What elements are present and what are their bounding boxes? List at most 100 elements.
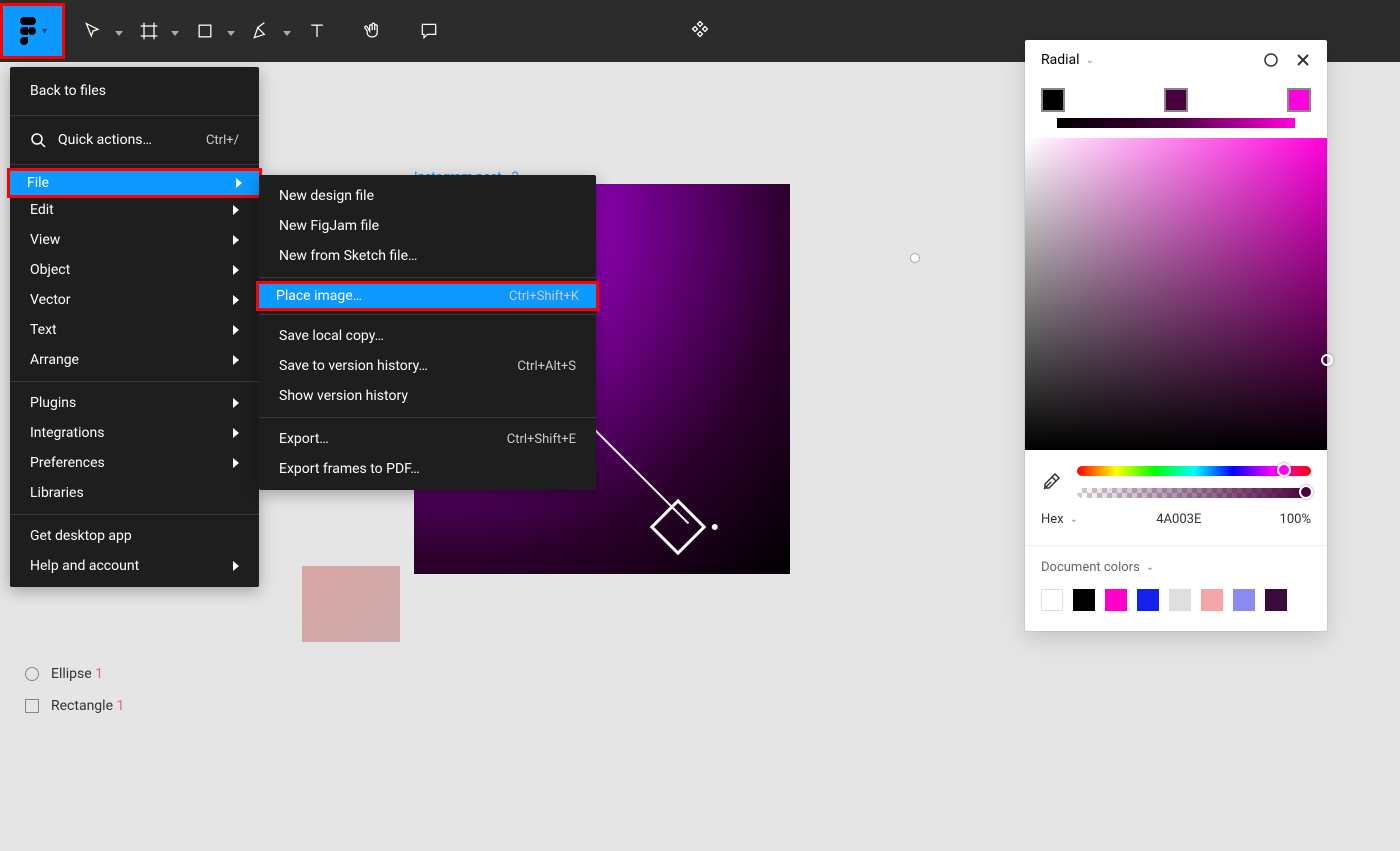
chevron-down-icon: ⌄ bbox=[1070, 514, 1078, 525]
figma-logo-icon bbox=[18, 17, 38, 45]
menu-view[interactable]: View bbox=[10, 225, 259, 255]
color-swatch[interactable] bbox=[1233, 589, 1255, 611]
color-swatch[interactable] bbox=[1073, 589, 1095, 611]
menu-vector[interactable]: Vector bbox=[10, 285, 259, 315]
submenu-arrow-icon bbox=[233, 428, 239, 438]
color-swatch[interactable] bbox=[1041, 589, 1063, 611]
move-tool[interactable] bbox=[69, 7, 117, 55]
menu-place-image[interactable]: Place image…Ctrl+Shift+K bbox=[256, 281, 599, 311]
menu-separator bbox=[259, 417, 596, 418]
gradient-stop-1[interactable] bbox=[1164, 88, 1188, 112]
layer-index: 1 bbox=[95, 666, 103, 682]
gradient-stop-0[interactable] bbox=[1041, 88, 1065, 112]
menu-separator bbox=[10, 514, 259, 515]
gradient-center-handle[interactable] bbox=[910, 253, 920, 263]
menu-separator bbox=[10, 164, 259, 165]
color-swatch[interactable] bbox=[1169, 589, 1191, 611]
menu-text[interactable]: Text bbox=[10, 315, 259, 345]
color-swatch[interactable] bbox=[1265, 589, 1287, 611]
color-sliders bbox=[1025, 466, 1327, 498]
pen-tool[interactable] bbox=[237, 7, 285, 55]
alpha-slider[interactable] bbox=[1077, 488, 1311, 498]
text-tool[interactable] bbox=[293, 7, 341, 55]
hue-slider-knob[interactable] bbox=[1277, 463, 1291, 477]
document-colors-dropdown[interactable]: Document colors⌄ bbox=[1041, 560, 1311, 575]
gradient-stop-2[interactable] bbox=[1287, 88, 1311, 112]
shortcut-label: Ctrl+/ bbox=[206, 133, 239, 148]
menu-object[interactable]: Object bbox=[10, 255, 259, 285]
chevron-down-icon: ⌄ bbox=[1146, 562, 1154, 573]
opacity-input[interactable]: 100% bbox=[1280, 512, 1311, 527]
layer-rectangle[interactable]: Rectangle 1 bbox=[15, 690, 275, 722]
component-icon bbox=[690, 19, 710, 43]
color-mode-dropdown[interactable]: Hex⌄ bbox=[1041, 512, 1078, 527]
menu-save-local-copy[interactable]: Save local copy… bbox=[259, 321, 596, 351]
menu-new-from-sketch[interactable]: New from Sketch file… bbox=[259, 241, 596, 271]
ellipse-icon bbox=[25, 667, 39, 681]
menu-export[interactable]: Export…Ctrl+Shift+E bbox=[259, 424, 596, 454]
gradient-bar[interactable] bbox=[1057, 118, 1295, 128]
hue-slider[interactable] bbox=[1077, 466, 1311, 476]
color-picker-handle[interactable] bbox=[1321, 354, 1333, 366]
color-swatch[interactable] bbox=[1105, 589, 1127, 611]
submenu-arrow-icon bbox=[236, 178, 242, 188]
color-swatch[interactable] bbox=[1201, 589, 1223, 611]
menu-export-frames-pdf[interactable]: Export frames to PDF… bbox=[259, 454, 596, 484]
hex-row: Hex⌄ 4A003E 100% bbox=[1025, 498, 1327, 545]
menu-show-version-history[interactable]: Show version history bbox=[259, 381, 596, 411]
color-swatch[interactable] bbox=[1137, 589, 1159, 611]
comment-tool[interactable] bbox=[405, 7, 453, 55]
layers-list: Ellipse 1 Rectangle 1 bbox=[15, 658, 275, 722]
menu-edit[interactable]: Edit bbox=[10, 195, 259, 225]
submenu-arrow-icon bbox=[233, 265, 239, 275]
submenu-arrow-icon bbox=[233, 355, 239, 365]
panel-separator bbox=[1025, 545, 1327, 546]
search-icon bbox=[30, 132, 46, 148]
chevron-down-icon: ▾ bbox=[42, 26, 47, 37]
submenu-arrow-icon bbox=[233, 235, 239, 245]
main-menu-button[interactable]: ▾ bbox=[0, 3, 65, 59]
menu-plugins[interactable]: Plugins bbox=[10, 388, 259, 418]
close-icon[interactable] bbox=[1295, 52, 1311, 68]
menu-preferences[interactable]: Preferences bbox=[10, 448, 259, 478]
menu-quick-actions[interactable]: Quick actions… Ctrl+/ bbox=[10, 122, 259, 158]
saturation-value-area[interactable] bbox=[1025, 138, 1327, 450]
rectangle-icon bbox=[25, 699, 39, 713]
rotate-icon[interactable] bbox=[1263, 52, 1279, 68]
main-menu: Back to files Quick actions… Ctrl+/ File… bbox=[10, 67, 259, 587]
menu-help[interactable]: Help and account bbox=[10, 551, 259, 581]
document-color-swatches bbox=[1041, 589, 1311, 611]
submenu-arrow-icon bbox=[233, 398, 239, 408]
menu-save-version-history[interactable]: Save to version history…Ctrl+Alt+S bbox=[259, 351, 596, 381]
gradient-type-dropdown[interactable]: Radial⌄ bbox=[1041, 52, 1094, 68]
menu-file[interactable]: File bbox=[7, 168, 262, 198]
hand-tool[interactable] bbox=[349, 7, 397, 55]
menu-back-to-files[interactable]: Back to files bbox=[10, 73, 259, 109]
submenu-arrow-icon bbox=[233, 205, 239, 215]
eyedropper-icon[interactable] bbox=[1041, 472, 1061, 492]
submenu-arrow-icon bbox=[233, 295, 239, 305]
menu-get-desktop-app[interactable]: Get desktop app bbox=[10, 521, 259, 551]
submenu-arrow-icon bbox=[233, 458, 239, 468]
menu-arrange[interactable]: Arrange bbox=[10, 345, 259, 375]
menu-separator bbox=[259, 314, 596, 315]
submenu-arrow-icon bbox=[233, 325, 239, 335]
alpha-slider-knob[interactable] bbox=[1299, 485, 1313, 499]
layer-label: Ellipse bbox=[51, 666, 95, 682]
color-panel-header: Radial⌄ bbox=[1025, 40, 1327, 80]
hex-value-input[interactable]: 4A003E bbox=[1156, 512, 1201, 527]
image-thumbnail[interactable] bbox=[302, 566, 400, 642]
frame-tool[interactable] bbox=[125, 7, 173, 55]
shape-tool[interactable] bbox=[181, 7, 229, 55]
menu-integrations[interactable]: Integrations bbox=[10, 418, 259, 448]
layer-label: Rectangle bbox=[51, 698, 116, 714]
color-picker-panel: Radial⌄ Hex⌄ 4A003E 100% Document colors… bbox=[1025, 40, 1327, 631]
layer-ellipse[interactable]: Ellipse 1 bbox=[15, 658, 275, 690]
menu-new-design-file[interactable]: New design file bbox=[259, 181, 596, 211]
file-submenu: New design file New FigJam file New from… bbox=[259, 175, 596, 490]
menu-new-figjam-file[interactable]: New FigJam file bbox=[259, 211, 596, 241]
gradient-stops bbox=[1025, 80, 1327, 112]
menu-libraries[interactable]: Libraries bbox=[10, 478, 259, 508]
shortcut-label: Ctrl+Alt+S bbox=[517, 359, 576, 374]
menu-separator bbox=[10, 381, 259, 382]
